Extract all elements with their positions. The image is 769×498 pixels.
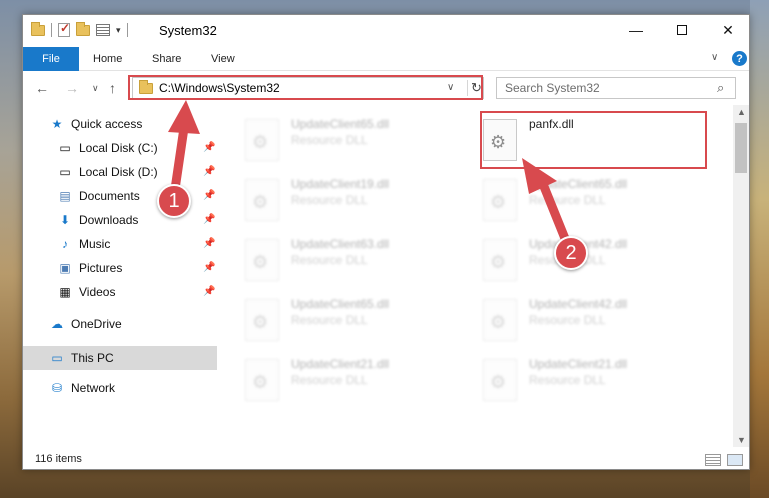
arrow-1 [168, 100, 200, 201]
annotation-arrows [168, 100, 573, 251]
step-2-badge: 2 [554, 236, 588, 270]
arrow-2 [522, 158, 573, 251]
step-1-badge: 1 [157, 184, 191, 218]
